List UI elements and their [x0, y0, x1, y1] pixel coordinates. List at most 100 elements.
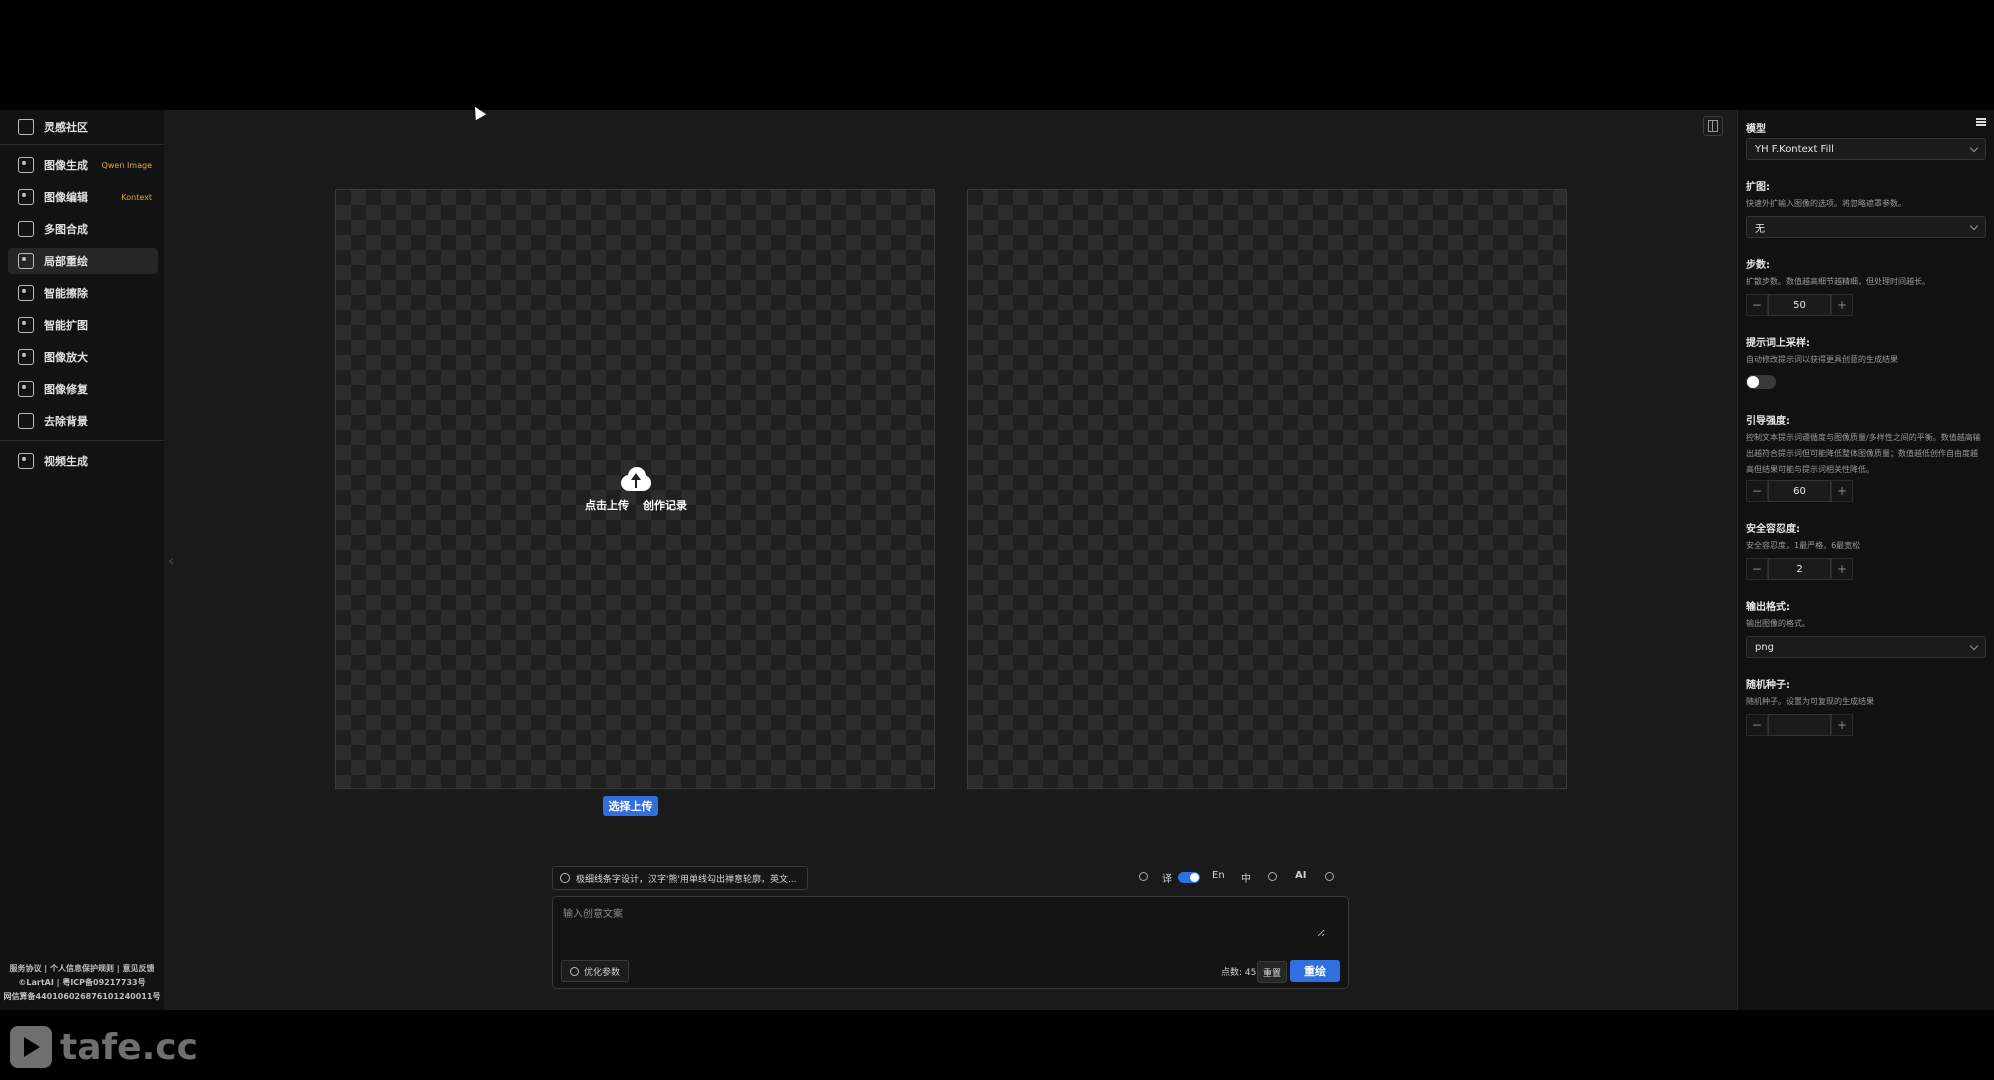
safety-desc: 安全容忍度，1最严格，6最宽松 [1746, 541, 1861, 550]
increment-button[interactable]: + [1831, 558, 1853, 580]
format-label: 输出格式: [1746, 602, 1790, 613]
zoom-icon [18, 349, 34, 365]
sidebar-item-inspiration[interactable]: 灵感社区 [8, 114, 158, 140]
guidance-stepper: − 60 + [1746, 480, 1863, 502]
prompt-box: 优化参数 点数: 45 重置 重绘 [552, 896, 1349, 989]
click-upload-link[interactable]: 点击上传 [585, 497, 629, 513]
sidebar-item-video-gen[interactable]: 视频生成 [8, 448, 158, 474]
seed-desc: 随机种子。设置为可复现的生成结果 [1746, 697, 1874, 706]
sidebar-item-outpaint[interactable]: 智能扩图 [8, 312, 158, 338]
decrement-button[interactable]: − [1746, 714, 1768, 736]
sidebar-item-inpaint[interactable]: 局部重绘 [8, 248, 158, 274]
output-canvas [967, 189, 1567, 789]
guidance-label: 引导强度: [1746, 416, 1790, 427]
chevron-down-icon [1969, 143, 1979, 153]
translate-label: 译 [1162, 874, 1172, 885]
sidebar-item-label: 视频生成 [44, 455, 88, 468]
model-label: 模型 [1746, 124, 1766, 135]
history-icon[interactable] [1325, 872, 1334, 881]
safety-label: 安全容忍度: [1746, 524, 1800, 535]
sidebar: 灵感社区 图像生成 Qwen Image 图像编辑 Kontext 多图合成 局… [0, 110, 164, 1010]
upload-area: 点击上传 创作记录 [336, 190, 936, 790]
input-canvas[interactable]: 点击上传 创作记录 [335, 189, 935, 789]
reset-button[interactable]: 重置 [1257, 961, 1287, 983]
steps-value[interactable]: 50 [1768, 294, 1831, 316]
sidebar-item-label: 局部重绘 [44, 255, 88, 268]
sidebar-item-erase[interactable]: 智能擦除 [8, 280, 158, 306]
footer-links[interactable]: 服务协议 | 个人信息保护规则 | 意见反馈 [0, 962, 164, 976]
format-select[interactable]: png [1746, 636, 1986, 658]
sparkle-icon [560, 873, 570, 883]
safety-value[interactable]: 2 [1768, 558, 1831, 580]
steps-desc: 扩散步数。数值越高细节越精细，但处理时间越长。 [1746, 277, 1930, 286]
sidebar-collapse-handle[interactable]: ‹ [164, 540, 178, 580]
search-icon[interactable] [1268, 872, 1277, 881]
watermark: tafe.cc [10, 1026, 198, 1068]
repair-icon [18, 381, 34, 397]
sidebar-item-label: 图像修复 [44, 383, 88, 396]
image-gen-icon [18, 157, 34, 173]
sidebar-item-label: 图像放大 [44, 351, 88, 364]
clear-icon[interactable] [1139, 872, 1148, 881]
select-upload-button[interactable]: 选择上传 [603, 796, 658, 816]
sidebar-item-upscale[interactable]: 图像放大 [8, 344, 158, 370]
translate-toggle[interactable] [1178, 872, 1200, 883]
sidebar-item-multi-compose[interactable]: 多图合成 [8, 216, 158, 242]
magic-icon [570, 966, 579, 976]
sidebar-divider [0, 144, 164, 145]
cloud-upload-icon[interactable] [619, 467, 653, 491]
panel-toggle-icon[interactable] [1703, 116, 1723, 136]
sidebar-item-remove-bg[interactable]: 去除背景 [8, 408, 158, 434]
lang-en-button[interactable]: En [1212, 870, 1225, 881]
footer-copyright: ©LartAI | 粤ICP备09217733号 [18, 978, 146, 987]
sidebar-item-label: 图像生成 [44, 159, 88, 172]
sidebar-item-label: 智能扩图 [44, 319, 88, 332]
model-select[interactable]: YH F.Kontext Fill [1746, 138, 1986, 160]
inpaint-submit-button[interactable]: 重绘 [1290, 960, 1340, 982]
steps-stepper: − 50 + [1746, 294, 1863, 316]
sidebar-item-image-gen[interactable]: 图像生成 Qwen Image [8, 152, 158, 178]
inpaint-icon [18, 253, 34, 269]
prompt-input[interactable] [561, 903, 1325, 937]
sidebar-item-label: 图像编辑 [44, 191, 88, 204]
optimize-params-button[interactable]: 优化参数 [561, 960, 630, 982]
format-desc: 输出图像的格式。 [1746, 619, 1810, 628]
decrement-button[interactable]: − [1746, 294, 1768, 316]
seed-stepper: − + [1746, 714, 1863, 736]
sidebar-item-image-edit[interactable]: 图像编辑 Kontext [8, 184, 158, 210]
lang-zh-button[interactable]: 中 [1241, 870, 1251, 885]
guidance-value[interactable]: 60 [1768, 480, 1831, 502]
remove-bg-icon [18, 413, 34, 429]
increment-button[interactable]: + [1831, 480, 1853, 502]
decrement-button[interactable]: − [1746, 558, 1768, 580]
upsample-desc: 自动修改提示词以获得更具创意的生成结果 [1746, 355, 1898, 364]
ai-button[interactable]: AI [1295, 870, 1306, 881]
chevron-down-icon [1969, 221, 1979, 231]
sidebar-item-repair[interactable]: 图像修复 [8, 376, 158, 402]
increment-button[interactable]: + [1831, 294, 1853, 316]
eraser-icon [18, 285, 34, 301]
sidebar-item-label: 多图合成 [44, 223, 88, 236]
decrement-button[interactable]: − [1746, 480, 1768, 502]
expand-desc: 快速外扩输入图像的选项。将忽略遮罩参数。 [1746, 199, 1906, 208]
sidebar-divider [0, 440, 164, 441]
sidebar-item-label: 灵感社区 [44, 121, 88, 134]
menu-icon[interactable] [1976, 118, 1986, 126]
prompt-suggestion-chip[interactable]: 极细线条字设计，汉字'熊'用单线勾出禅意轮廓，英文... [552, 866, 808, 890]
upsample-toggle[interactable] [1746, 375, 1776, 389]
seed-label: 随机种子: [1746, 680, 1790, 691]
expand-select[interactable]: 无 [1746, 216, 1986, 238]
history-link[interactable]: 创作记录 [643, 497, 687, 513]
footer-filing: 网信算备440106026876101240011号 [3, 992, 161, 1001]
expand-icon [18, 317, 34, 333]
steps-label: 步数: [1746, 260, 1770, 271]
video-icon [18, 453, 34, 469]
settings-panel: 模型 YH F.Kontext Fill 扩图: 快速外扩输入图像的选项。将忽略… [1737, 110, 1994, 1010]
increment-button[interactable]: + [1831, 714, 1853, 736]
seed-value[interactable] [1768, 714, 1831, 736]
model-tag: Kontext [121, 192, 152, 202]
layers-icon [18, 221, 34, 237]
sidebar-footer: 服务协议 | 个人信息保护规则 | 意见反馈 ©LartAI | 粤ICP备09… [0, 962, 164, 1004]
image-edit-icon [18, 189, 34, 205]
upsample-label: 提示词上采样: [1746, 338, 1810, 349]
